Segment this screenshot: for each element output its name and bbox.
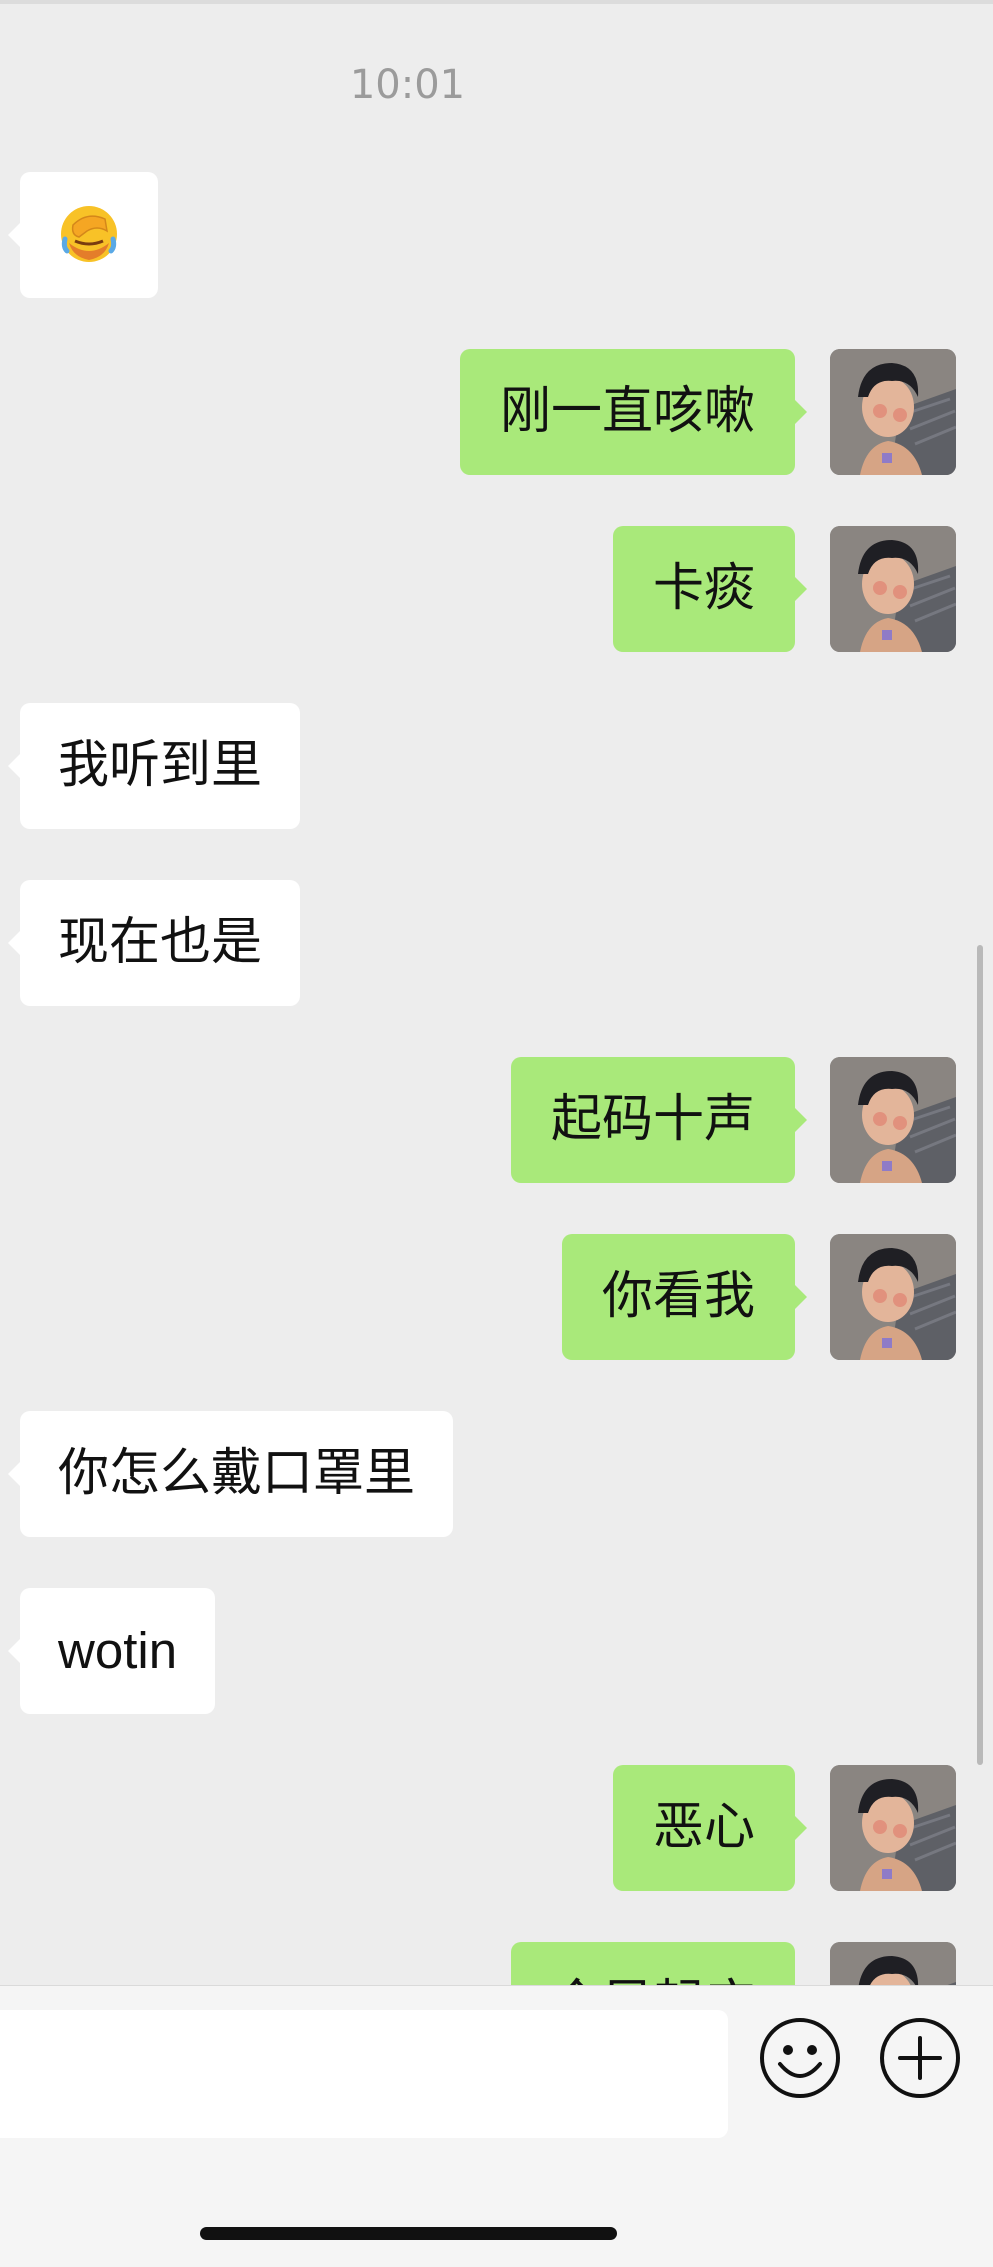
- message-row: 恶心: [0, 1765, 993, 1891]
- emoji-button[interactable]: [758, 2016, 842, 2100]
- more-button[interactable]: [878, 2016, 962, 2100]
- message-row: 我听到里: [0, 703, 993, 829]
- avatar-image: [830, 1765, 956, 1891]
- avatar[interactable]: [830, 526, 956, 652]
- outgoing-bubble[interactable]: 你看我: [561, 1234, 808, 1360]
- incoming-bubble[interactable]: 你怎么戴口罩里: [7, 1411, 454, 1537]
- outgoing-bubble[interactable]: 刚一直咳嗽: [459, 349, 808, 475]
- message-row: 刚一直咳嗽: [0, 349, 993, 475]
- avatar[interactable]: [830, 1057, 956, 1183]
- message-row: 现在也是: [0, 880, 993, 1006]
- avatar-image: [830, 526, 956, 652]
- plus-circle-icon: [880, 2018, 960, 2098]
- message-input[interactable]: [0, 2010, 728, 2138]
- avatar[interactable]: [830, 1765, 956, 1891]
- message-row: 你怎么戴口罩里: [0, 1411, 993, 1537]
- avatar[interactable]: [830, 1942, 956, 1985]
- message-row: 今早起床: [0, 1942, 993, 1985]
- chat-scroll-area[interactable]: 10:01 刚一直咳嗽 卡痰 我听到里 现在也是 起码十声 你看我 你怎么戴口罩…: [0, 0, 993, 1985]
- message-row: 你看我: [0, 1234, 993, 1360]
- avatar-image: [830, 1942, 956, 1985]
- home-indicator[interactable]: [200, 2227, 617, 2240]
- outgoing-bubble[interactable]: 今早起床: [510, 1942, 795, 1985]
- input-bar: [0, 1985, 993, 2267]
- outgoing-bubble[interactable]: 起码十声: [510, 1057, 808, 1183]
- incoming-bubble[interactable]: 现在也是: [7, 880, 301, 1006]
- avatar-image: [830, 1234, 956, 1360]
- message-row: 起码十声: [0, 1057, 993, 1183]
- avatar[interactable]: [830, 1234, 956, 1360]
- message-timestamp: 10:01: [349, 62, 466, 108]
- face-palm-emoji: [61, 206, 117, 262]
- message-row: 卡痰: [0, 526, 993, 652]
- outgoing-bubble[interactable]: 恶心: [612, 1765, 808, 1891]
- message-row: [0, 172, 993, 298]
- avatar[interactable]: [830, 349, 956, 475]
- smiley-icon: [760, 2018, 840, 2098]
- outgoing-bubble[interactable]: 卡痰: [612, 526, 808, 652]
- avatar-image: [830, 349, 956, 475]
- message-row: wotin: [0, 1588, 993, 1714]
- incoming-bubble[interactable]: [8, 172, 158, 298]
- scrollbar[interactable]: [977, 945, 983, 1765]
- incoming-bubble[interactable]: 我听到里: [7, 703, 301, 829]
- avatar-image: [830, 1057, 956, 1183]
- incoming-bubble[interactable]: wotin: [7, 1588, 216, 1714]
